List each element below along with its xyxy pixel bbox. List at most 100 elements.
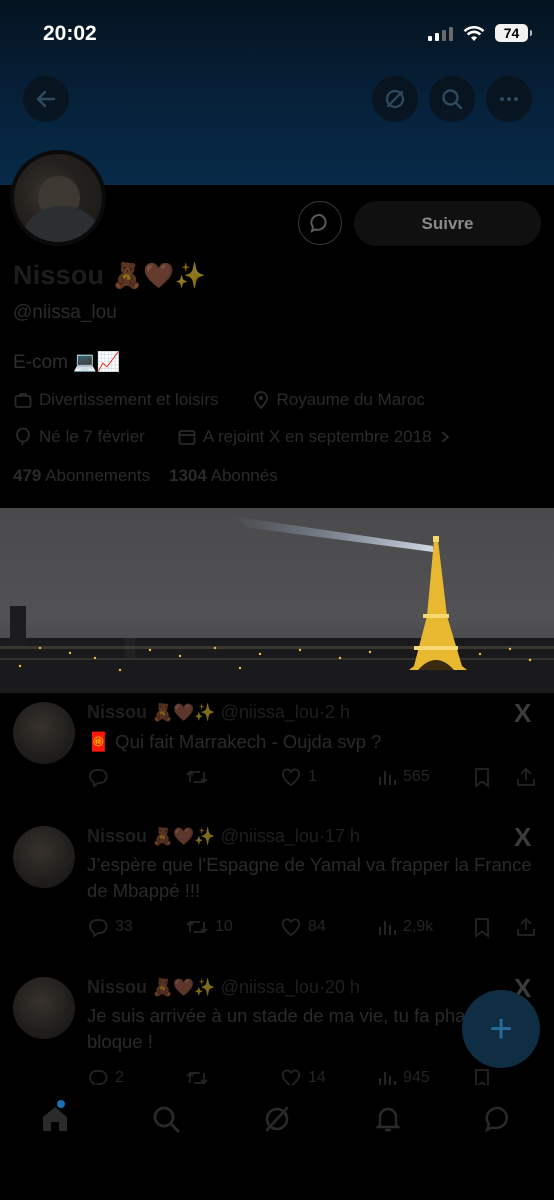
tweet-actions: 2 14 945 [87,1067,542,1085]
like-button[interactable]: 84 [280,916,326,938]
tweet-text: 🧧 Qui fait Marrakech - Oujda svp ? [87,731,382,752]
profile-joined: A rejoint X en septembre 2018 [202,427,432,446]
profile-handle: @niissa_lou [13,302,117,323]
message-bubble-icon [310,214,327,233]
reply-count: 2 [115,1069,124,1085]
tweet-avatar[interactable] [13,702,75,764]
retweet-button[interactable] [185,1067,215,1085]
retweet-button[interactable] [185,766,215,788]
calendar-icon [178,430,196,445]
tweet-author-emojis: 🧸🤎✨ [152,978,216,997]
tweet-author-name: Nissou [87,702,148,722]
bookmark-button[interactable] [472,1067,492,1085]
status-icons: 74 [428,24,532,42]
profile-name-text: Nissou [13,260,105,290]
more-icon [500,97,518,101]
views-icon [379,771,396,785]
more-button[interactable] [486,76,532,122]
reply-button[interactable]: 33 [87,916,133,938]
like-count: 14 [308,1069,326,1085]
like-count: 84 [308,918,326,935]
tweet-avatar[interactable] [13,977,75,1039]
tweet-time: 2 h [324,702,350,722]
reply-count: 33 [115,918,133,935]
tweet-handle: @niissa_lou [220,702,319,722]
heart-icon [282,768,300,787]
following-count: 479 [13,466,42,485]
following-link[interactable]: 479 Abonnements [13,466,150,485]
reply-button[interactable] [87,766,115,788]
share-button[interactable] [515,916,537,938]
views-button[interactable]: 565 [377,766,430,788]
status-time: 20:02 [43,22,97,45]
profile-meta-row-2: Né le 7 février A rejoint X en septembre… [13,427,452,447]
reply-icon [89,1070,108,1085]
tweet-author-name: Nissou [87,826,148,846]
heart-icon [282,1069,300,1085]
tweet-handle: @niissa_lou [220,977,319,997]
arrow-left-icon [36,90,56,108]
like-button[interactable]: 14 [280,1067,326,1085]
retweet-icon [186,1071,208,1085]
search-button[interactable] [429,76,475,122]
followers-count: 1304 [168,466,207,485]
tweet-avatar[interactable] [13,826,75,888]
x-logo-icon: X [514,822,532,852]
back-button[interactable] [23,76,69,122]
nav-notifications[interactable] [368,1099,408,1139]
chevron-right-icon[interactable] [438,429,452,445]
followers-label: Abonnés [210,466,278,485]
follow-button[interactable]: Suivre [354,201,541,246]
tweet-item[interactable]: Nissou 🧸🤎✨ @niissa_lou·17 h X J’espère q… [0,822,554,967]
bookmark-button[interactable] [472,766,492,788]
wifi-icon [463,25,485,41]
tweet-header: Nissou 🧸🤎✨ @niissa_lou·2 h [87,702,350,723]
nav-home[interactable] [35,1099,75,1139]
home-icon [43,1107,67,1131]
tweet-author-name: Nissou [87,977,148,997]
share-icon [517,917,535,936]
retweet-count: 10 [215,918,233,935]
profile-avatar[interactable] [10,150,106,246]
bookmark-button[interactable] [472,916,492,938]
nav-grok[interactable] [257,1099,297,1139]
pinned-photo[interactable] [0,508,554,693]
reply-icon [89,919,108,938]
bookmark-icon [475,1069,489,1085]
following-label: Abonnements [45,466,151,485]
like-button[interactable]: 1 [280,766,317,788]
follow-counts: 479 Abonnements 1304 Abonnés [13,466,278,486]
followers-link[interactable]: 1304 Abonnés [169,466,278,485]
eiffel-tower-image [0,508,554,693]
reply-button[interactable]: 2 [87,1067,124,1085]
tweet-time: 20 h [324,977,360,997]
share-icon [517,767,535,786]
views-button[interactable]: 945 [377,1067,430,1085]
tweet-header: Nissou 🧸🤎✨ @niissa_lou·17 h [87,826,360,847]
profile-bio: E-com 💻📈 [13,352,121,373]
bookmark-icon [475,768,489,788]
tweet-author-emojis: 🧸🤎✨ [152,703,216,722]
grok-icon [385,89,405,109]
nav-messages[interactable] [479,1099,519,1139]
tweet-time: 17 h [324,826,360,846]
tweet-header: Nissou 🧸🤎✨ @niissa_lou·20 h [87,977,360,998]
cellular-signal-icon [428,25,453,41]
notification-dot [57,1100,65,1108]
reply-icon [89,769,108,788]
nav-search[interactable] [146,1099,186,1139]
search-icon [442,89,463,110]
tweet-item[interactable]: Nissou 🧸🤎✨ @niissa_lou·2 h X 🧧 Qui fait … [0,698,554,818]
tweet-actions: 1 565 [87,766,542,792]
message-button[interactable] [298,201,342,245]
bell-icon [375,1107,401,1132]
compose-fab[interactable]: + [462,990,540,1068]
views-button[interactable]: 2,9k [377,916,433,938]
profile-name: Nissou 🧸🤎✨ [13,260,206,291]
x-logo-icon: X [514,698,532,728]
grok-button[interactable] [372,76,418,122]
share-button[interactable] [515,766,537,788]
views-icon [379,921,396,935]
balloon-icon [16,427,30,446]
retweet-button[interactable]: 10 [185,916,233,938]
